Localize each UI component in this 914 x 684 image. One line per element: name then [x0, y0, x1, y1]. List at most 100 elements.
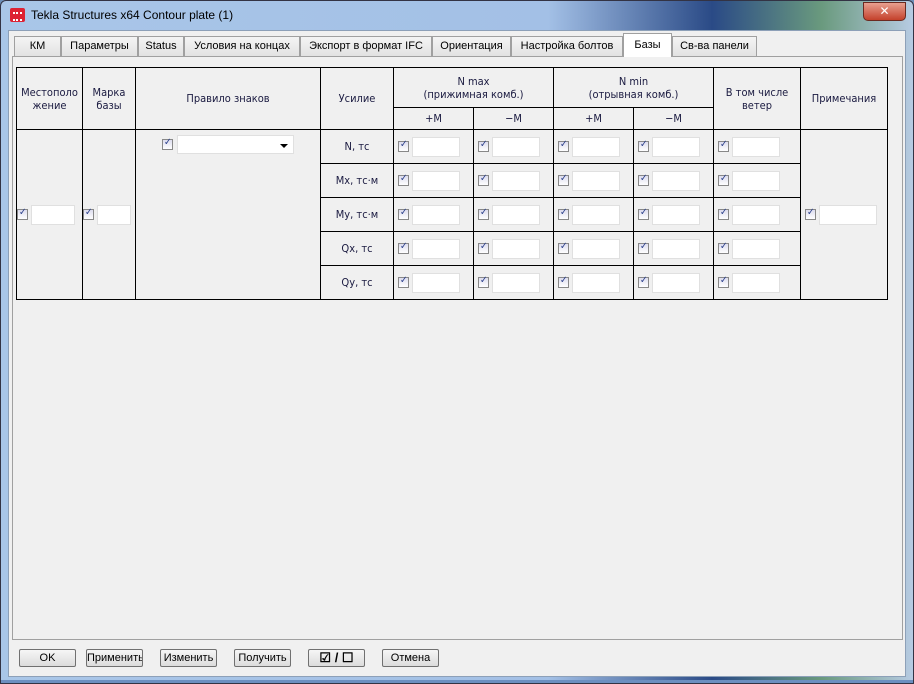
nmax-plus-m-input[interactable] [412, 272, 460, 293]
nmax-plus-m-input[interactable] [412, 204, 460, 225]
nmin-minus-m-checkbox[interactable] [638, 241, 649, 254]
force-row: N, тс [16, 129, 888, 300]
sign-rule-dropdown[interactable] [177, 135, 294, 154]
nmin-plus-m-cell [553, 231, 634, 266]
nmax-plus-m-checkbox[interactable] [398, 275, 409, 288]
nmin-plus-m-checkbox[interactable] [558, 139, 569, 152]
header-location: Местоположение [16, 67, 83, 130]
nmax-minus-m-checkbox[interactable] [478, 275, 489, 288]
nmin-plus-m-input[interactable] [572, 204, 620, 225]
nmax-minus-m-checkbox[interactable] [478, 207, 489, 220]
get-button[interactable]: Получить [234, 649, 291, 667]
wind-checkbox[interactable] [718, 275, 729, 288]
window-title: Tekla Structures x64 Contour plate (1) [31, 8, 234, 22]
tab-status[interactable]: Status [138, 36, 184, 56]
wind-checkbox[interactable] [718, 241, 729, 254]
tab-ifc-export[interactable]: Экспорт в формат IFC [300, 36, 432, 56]
base-mark-checkbox[interactable] [83, 207, 94, 220]
nmax-plus-m-cell [393, 231, 474, 266]
nmin-minus-m-input[interactable] [652, 170, 700, 191]
nmax-minus-m-checkbox[interactable] [478, 139, 489, 152]
header-force: Усилие [320, 67, 394, 130]
nmin-minus-m-input[interactable] [652, 204, 700, 225]
wind-cell [713, 231, 801, 266]
header-nmin: N min (отрывная комб.) [553, 67, 714, 108]
wind-cell [713, 163, 801, 198]
header-base-mark: Марка базы [82, 67, 136, 130]
nmax-minus-m-input[interactable] [492, 238, 540, 259]
nmin-plus-m-input[interactable] [572, 238, 620, 259]
modify-button[interactable]: Изменить [160, 649, 217, 667]
wind-checkbox[interactable] [718, 139, 729, 152]
force-label: N, тс [320, 129, 394, 164]
wind-input[interactable] [732, 238, 780, 259]
nmin-minus-m-input[interactable] [652, 238, 700, 259]
wind-input[interactable] [732, 170, 780, 191]
nmax-minus-m-input[interactable] [492, 204, 540, 225]
force-label: Qx, тс [320, 231, 394, 266]
notes-checkbox[interactable] [805, 207, 816, 220]
nmax-label: N max [457, 74, 490, 88]
nmax-minus-m-checkbox[interactable] [478, 241, 489, 254]
tab-end-conditions[interactable]: Условия на концах [184, 36, 300, 56]
tab-km[interactable]: КМ [14, 36, 61, 56]
base-mark-cell [82, 129, 136, 300]
wind-input[interactable] [732, 272, 780, 293]
nmax-minus-m-input[interactable] [492, 170, 540, 191]
nmin-minus-m-input[interactable] [652, 272, 700, 293]
wind-input[interactable] [732, 204, 780, 225]
bases-table: Местоположение Марка базы Правило знаков… [16, 67, 888, 300]
toggle-all-button[interactable]: ☑ / ☐ [308, 649, 365, 667]
nmax-plus-m-input[interactable] [412, 136, 460, 157]
sign-rule-checkbox[interactable] [162, 137, 173, 150]
close-button[interactable]: ✕ [863, 2, 906, 21]
nmax-plus-m-checkbox[interactable] [398, 173, 409, 186]
wind-input[interactable] [732, 136, 780, 157]
nmax-plus-m-cell [393, 129, 474, 164]
apply-button[interactable]: Применить [86, 649, 143, 667]
nmin-plus-m-checkbox[interactable] [558, 275, 569, 288]
ok-button[interactable]: OK [19, 649, 76, 667]
header-nmin-minus-m: −M [633, 107, 714, 130]
nmax-plus-m-input[interactable] [412, 170, 460, 191]
base-mark-input[interactable] [97, 204, 131, 225]
nmin-minus-m-checkbox[interactable] [638, 139, 649, 152]
nmin-plus-m-checkbox[interactable] [558, 241, 569, 254]
nmin-plus-m-input[interactable] [572, 272, 620, 293]
nmin-plus-m-input[interactable] [572, 136, 620, 157]
nmax-plus-m-checkbox[interactable] [398, 139, 409, 152]
location-input[interactable] [31, 204, 75, 225]
cancel-button[interactable]: Отмена [382, 649, 439, 667]
tab-orientation[interactable]: Ориентация [432, 36, 511, 56]
nmax-minus-m-checkbox[interactable] [478, 173, 489, 186]
nmax-plus-m-checkbox[interactable] [398, 241, 409, 254]
nmax-plus-m-input[interactable] [412, 238, 460, 259]
nmin-plus-m-checkbox[interactable] [558, 207, 569, 220]
nmax-minus-m-cell [473, 163, 554, 198]
nmin-minus-m-checkbox[interactable] [638, 173, 649, 186]
location-checkbox[interactable] [17, 207, 28, 220]
tab-bases[interactable]: Базы [623, 33, 672, 57]
wind-cell [713, 265, 801, 300]
nmin-minus-m-input[interactable] [652, 136, 700, 157]
tab-panel-properties[interactable]: Св-ва панели [672, 36, 757, 56]
nmax-minus-m-cell [473, 197, 554, 232]
nmin-minus-m-checkbox[interactable] [638, 207, 649, 220]
wind-checkbox[interactable] [718, 207, 729, 220]
header-notes: Примечания [800, 67, 888, 130]
nmin-plus-m-input[interactable] [572, 170, 620, 191]
nmax-minus-m-cell [473, 231, 554, 266]
force-label: My, тс·м [320, 197, 394, 232]
tab-parameters[interactable]: Параметры [61, 36, 138, 56]
notes-input[interactable] [819, 204, 877, 225]
nmin-plus-m-checkbox[interactable] [558, 173, 569, 186]
nmax-minus-m-input[interactable] [492, 136, 540, 157]
wind-checkbox[interactable] [718, 173, 729, 186]
tab-bolt-settings[interactable]: Настройка болтов [511, 36, 623, 56]
nmax-plus-m-checkbox[interactable] [398, 207, 409, 220]
nmin-minus-m-checkbox[interactable] [638, 275, 649, 288]
nmax-sub-label: (прижимная комб.) [423, 87, 524, 101]
dialog-window: Tekla Structures x64 Contour plate (1) ✕… [0, 0, 914, 684]
nmax-minus-m-input[interactable] [492, 272, 540, 293]
nmin-minus-m-cell [633, 129, 714, 164]
